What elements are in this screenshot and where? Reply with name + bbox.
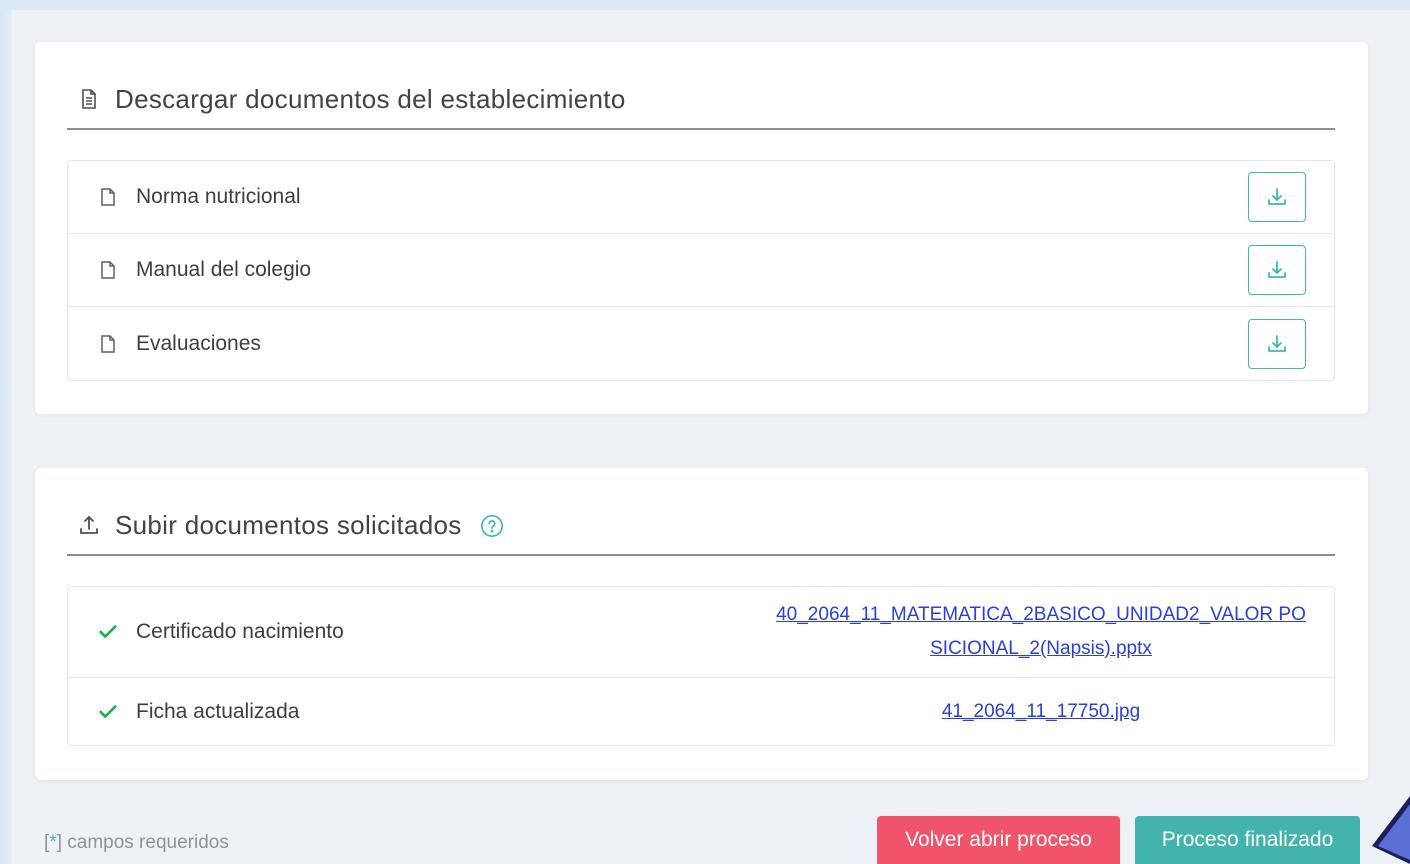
help-icon[interactable] xyxy=(480,513,504,537)
download-row: Manual del colegio xyxy=(68,234,1334,307)
required-note-text: campos requeridos xyxy=(61,832,229,853)
download-button[interactable] xyxy=(1248,318,1306,369)
upload-icon xyxy=(77,513,101,537)
uploaded-file-link[interactable]: 41_2064_11_17750.jpg xyxy=(776,695,1306,729)
cursor-pointer-icon xyxy=(1366,796,1410,864)
upload-card-header: Subir documentos solicitados xyxy=(67,496,1335,556)
download-item-label: Evaluaciones xyxy=(136,331,261,355)
upload-row: Certificado nacimiento 40_2064_11_MATEMA… xyxy=(68,587,1334,678)
check-icon xyxy=(98,622,118,642)
upload-list: Certificado nacimiento 40_2064_11_MATEMA… xyxy=(67,586,1335,746)
file-icon xyxy=(98,334,118,354)
download-card-title: Descargar documentos del establecimiento xyxy=(115,83,626,114)
document-icon xyxy=(77,87,101,111)
download-item-label: Manual del colegio xyxy=(136,258,312,281)
download-icon xyxy=(1266,259,1288,281)
upload-item-label: Ficha actualizada xyxy=(136,699,300,723)
file-icon xyxy=(98,187,118,207)
download-row: Norma nutricional xyxy=(68,161,1334,234)
download-card-header: Descargar documentos del establecimiento xyxy=(67,70,1335,130)
top-strip xyxy=(0,0,1410,10)
download-item-label: Norma nutricional xyxy=(136,185,301,208)
download-icon xyxy=(1266,186,1288,208)
upload-row: Ficha actualizada 41_2064_11_17750.jpg xyxy=(68,678,1334,745)
file-icon xyxy=(98,260,118,280)
upload-card-title: Subir documentos solicitados xyxy=(115,509,462,540)
download-button[interactable] xyxy=(1248,245,1306,295)
reopen-process-button[interactable]: Volver abrir proceso xyxy=(877,816,1120,864)
download-list: Norma nutricional Manual del colegio Eva… xyxy=(67,160,1335,381)
upload-item-label: Certificado nacimiento xyxy=(136,620,344,643)
download-button[interactable] xyxy=(1248,172,1306,222)
download-documents-card: Descargar documentos del establecimiento… xyxy=(35,42,1368,414)
required-star: * xyxy=(49,832,57,853)
process-finished-button[interactable]: Proceso finalizado xyxy=(1135,816,1360,864)
check-icon xyxy=(98,702,118,722)
download-icon xyxy=(1266,333,1288,355)
required-fields-note: [*] campos requeridos xyxy=(44,832,229,853)
uploaded-file-link[interactable]: 40_2064_11_MATEMATICA_2BASICO_UNIDAD2_VA… xyxy=(776,598,1306,666)
download-row: Evaluaciones xyxy=(68,307,1334,380)
upload-documents-card: Subir documentos solicitados Certificado… xyxy=(35,468,1368,780)
